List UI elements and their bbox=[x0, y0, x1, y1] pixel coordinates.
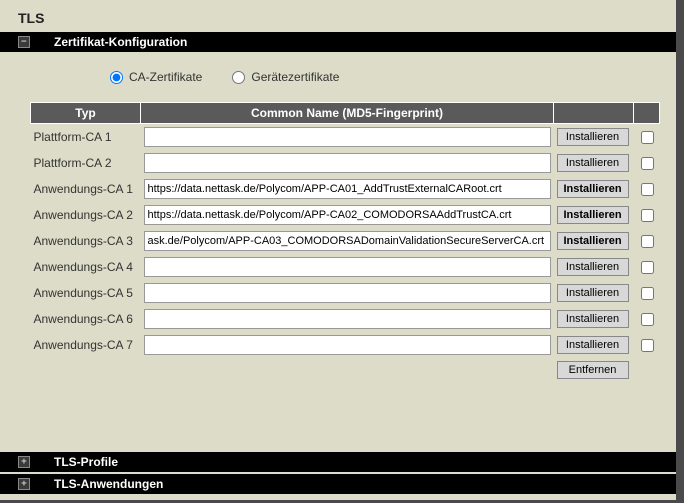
install-button[interactable]: Installieren bbox=[557, 310, 629, 328]
table-row: Anwendungs-CA 5 Installieren bbox=[31, 280, 660, 306]
install-button[interactable]: Installieren bbox=[557, 180, 629, 198]
table-row: Anwendungs-CA 4 Installieren bbox=[31, 254, 660, 280]
section-header-tls-profiles[interactable]: + TLS-Profile bbox=[0, 452, 676, 472]
row-select-checkbox[interactable] bbox=[641, 313, 654, 326]
cert-table: Typ Common Name (MD5-Fingerprint) Plattf… bbox=[30, 102, 660, 382]
radio-device-certs[interactable]: Gerätezertifikate bbox=[232, 70, 339, 84]
section-title-cert-config: Zertifikat-Konfiguration bbox=[54, 32, 187, 52]
table-row: Plattform-CA 1 Installieren bbox=[31, 124, 660, 151]
row-select-checkbox[interactable] bbox=[641, 235, 654, 248]
expand-icon[interactable]: + bbox=[18, 478, 30, 490]
section-header-tls-apps[interactable]: + TLS-Anwendungen bbox=[0, 474, 676, 494]
cert-url-input[interactable] bbox=[144, 231, 551, 251]
table-row: Anwendungs-CA 1 Installieren bbox=[31, 176, 660, 202]
cert-type-label: Anwendungs-CA 2 bbox=[31, 202, 141, 228]
cert-type-label: Plattform-CA 1 bbox=[31, 124, 141, 151]
install-button[interactable]: Installieren bbox=[557, 128, 629, 146]
cert-url-input[interactable] bbox=[144, 127, 551, 147]
cert-url-input[interactable] bbox=[144, 179, 551, 199]
table-row: Anwendungs-CA 2 Installieren bbox=[31, 202, 660, 228]
cert-type-label: Anwendungs-CA 3 bbox=[31, 228, 141, 254]
cert-url-input[interactable] bbox=[144, 283, 551, 303]
page-title: TLS bbox=[0, 0, 676, 32]
row-select-checkbox[interactable] bbox=[641, 157, 654, 170]
cert-url-input[interactable] bbox=[144, 335, 551, 355]
install-button[interactable]: Installieren bbox=[557, 206, 629, 224]
cert-type-label: Plattform-CA 2 bbox=[31, 150, 141, 176]
row-select-checkbox[interactable] bbox=[641, 339, 654, 352]
collapse-icon[interactable]: − bbox=[18, 36, 30, 48]
remove-button[interactable]: Entfernen bbox=[557, 361, 629, 379]
col-header-action bbox=[554, 103, 634, 124]
install-button[interactable]: Installieren bbox=[557, 154, 629, 172]
cert-url-input[interactable] bbox=[144, 309, 551, 329]
cert-type-label: Anwendungs-CA 6 bbox=[31, 306, 141, 332]
install-button[interactable]: Installieren bbox=[557, 284, 629, 302]
cert-url-input[interactable] bbox=[144, 205, 551, 225]
cert-type-label: Anwendungs-CA 7 bbox=[31, 332, 141, 358]
table-row: Anwendungs-CA 3 Installieren bbox=[31, 228, 660, 254]
table-row: Plattform-CA 2 Installieren bbox=[31, 150, 660, 176]
radio-ca-certs[interactable]: CA-Zertifikate bbox=[110, 70, 202, 84]
radio-ca-certs-input[interactable] bbox=[110, 71, 123, 84]
section-header-cert-config[interactable]: − Zertifikat-Konfiguration bbox=[0, 32, 676, 52]
install-button[interactable]: Installieren bbox=[557, 258, 629, 276]
cert-url-input[interactable] bbox=[144, 153, 551, 173]
cert-url-input[interactable] bbox=[144, 257, 551, 277]
install-button[interactable]: Installieren bbox=[557, 232, 629, 250]
col-header-select bbox=[634, 103, 660, 124]
row-select-checkbox[interactable] bbox=[641, 131, 654, 144]
section-title-tls-apps: TLS-Anwendungen bbox=[54, 474, 163, 494]
cert-type-label: Anwendungs-CA 5 bbox=[31, 280, 141, 306]
col-header-type: Typ bbox=[31, 103, 141, 124]
table-row: Anwendungs-CA 6 Installieren bbox=[31, 306, 660, 332]
table-row: Anwendungs-CA 7 Installieren bbox=[31, 332, 660, 358]
radio-device-certs-input[interactable] bbox=[232, 71, 245, 84]
radio-device-certs-label: Gerätezertifikate bbox=[251, 70, 339, 84]
section-title-tls-profiles: TLS-Profile bbox=[54, 452, 118, 472]
row-select-checkbox[interactable] bbox=[641, 287, 654, 300]
expand-icon[interactable]: + bbox=[18, 456, 30, 468]
cert-type-label: Anwendungs-CA 4 bbox=[31, 254, 141, 280]
row-select-checkbox[interactable] bbox=[641, 183, 654, 196]
cert-type-radio-group: CA-Zertifikate Gerätezertifikate bbox=[0, 52, 676, 102]
col-header-cn: Common Name (MD5-Fingerprint) bbox=[141, 103, 554, 124]
row-select-checkbox[interactable] bbox=[641, 261, 654, 274]
radio-ca-certs-label: CA-Zertifikate bbox=[129, 70, 202, 84]
row-select-checkbox[interactable] bbox=[641, 209, 654, 222]
cert-type-label: Anwendungs-CA 1 bbox=[31, 176, 141, 202]
install-button[interactable]: Installieren bbox=[557, 336, 629, 354]
